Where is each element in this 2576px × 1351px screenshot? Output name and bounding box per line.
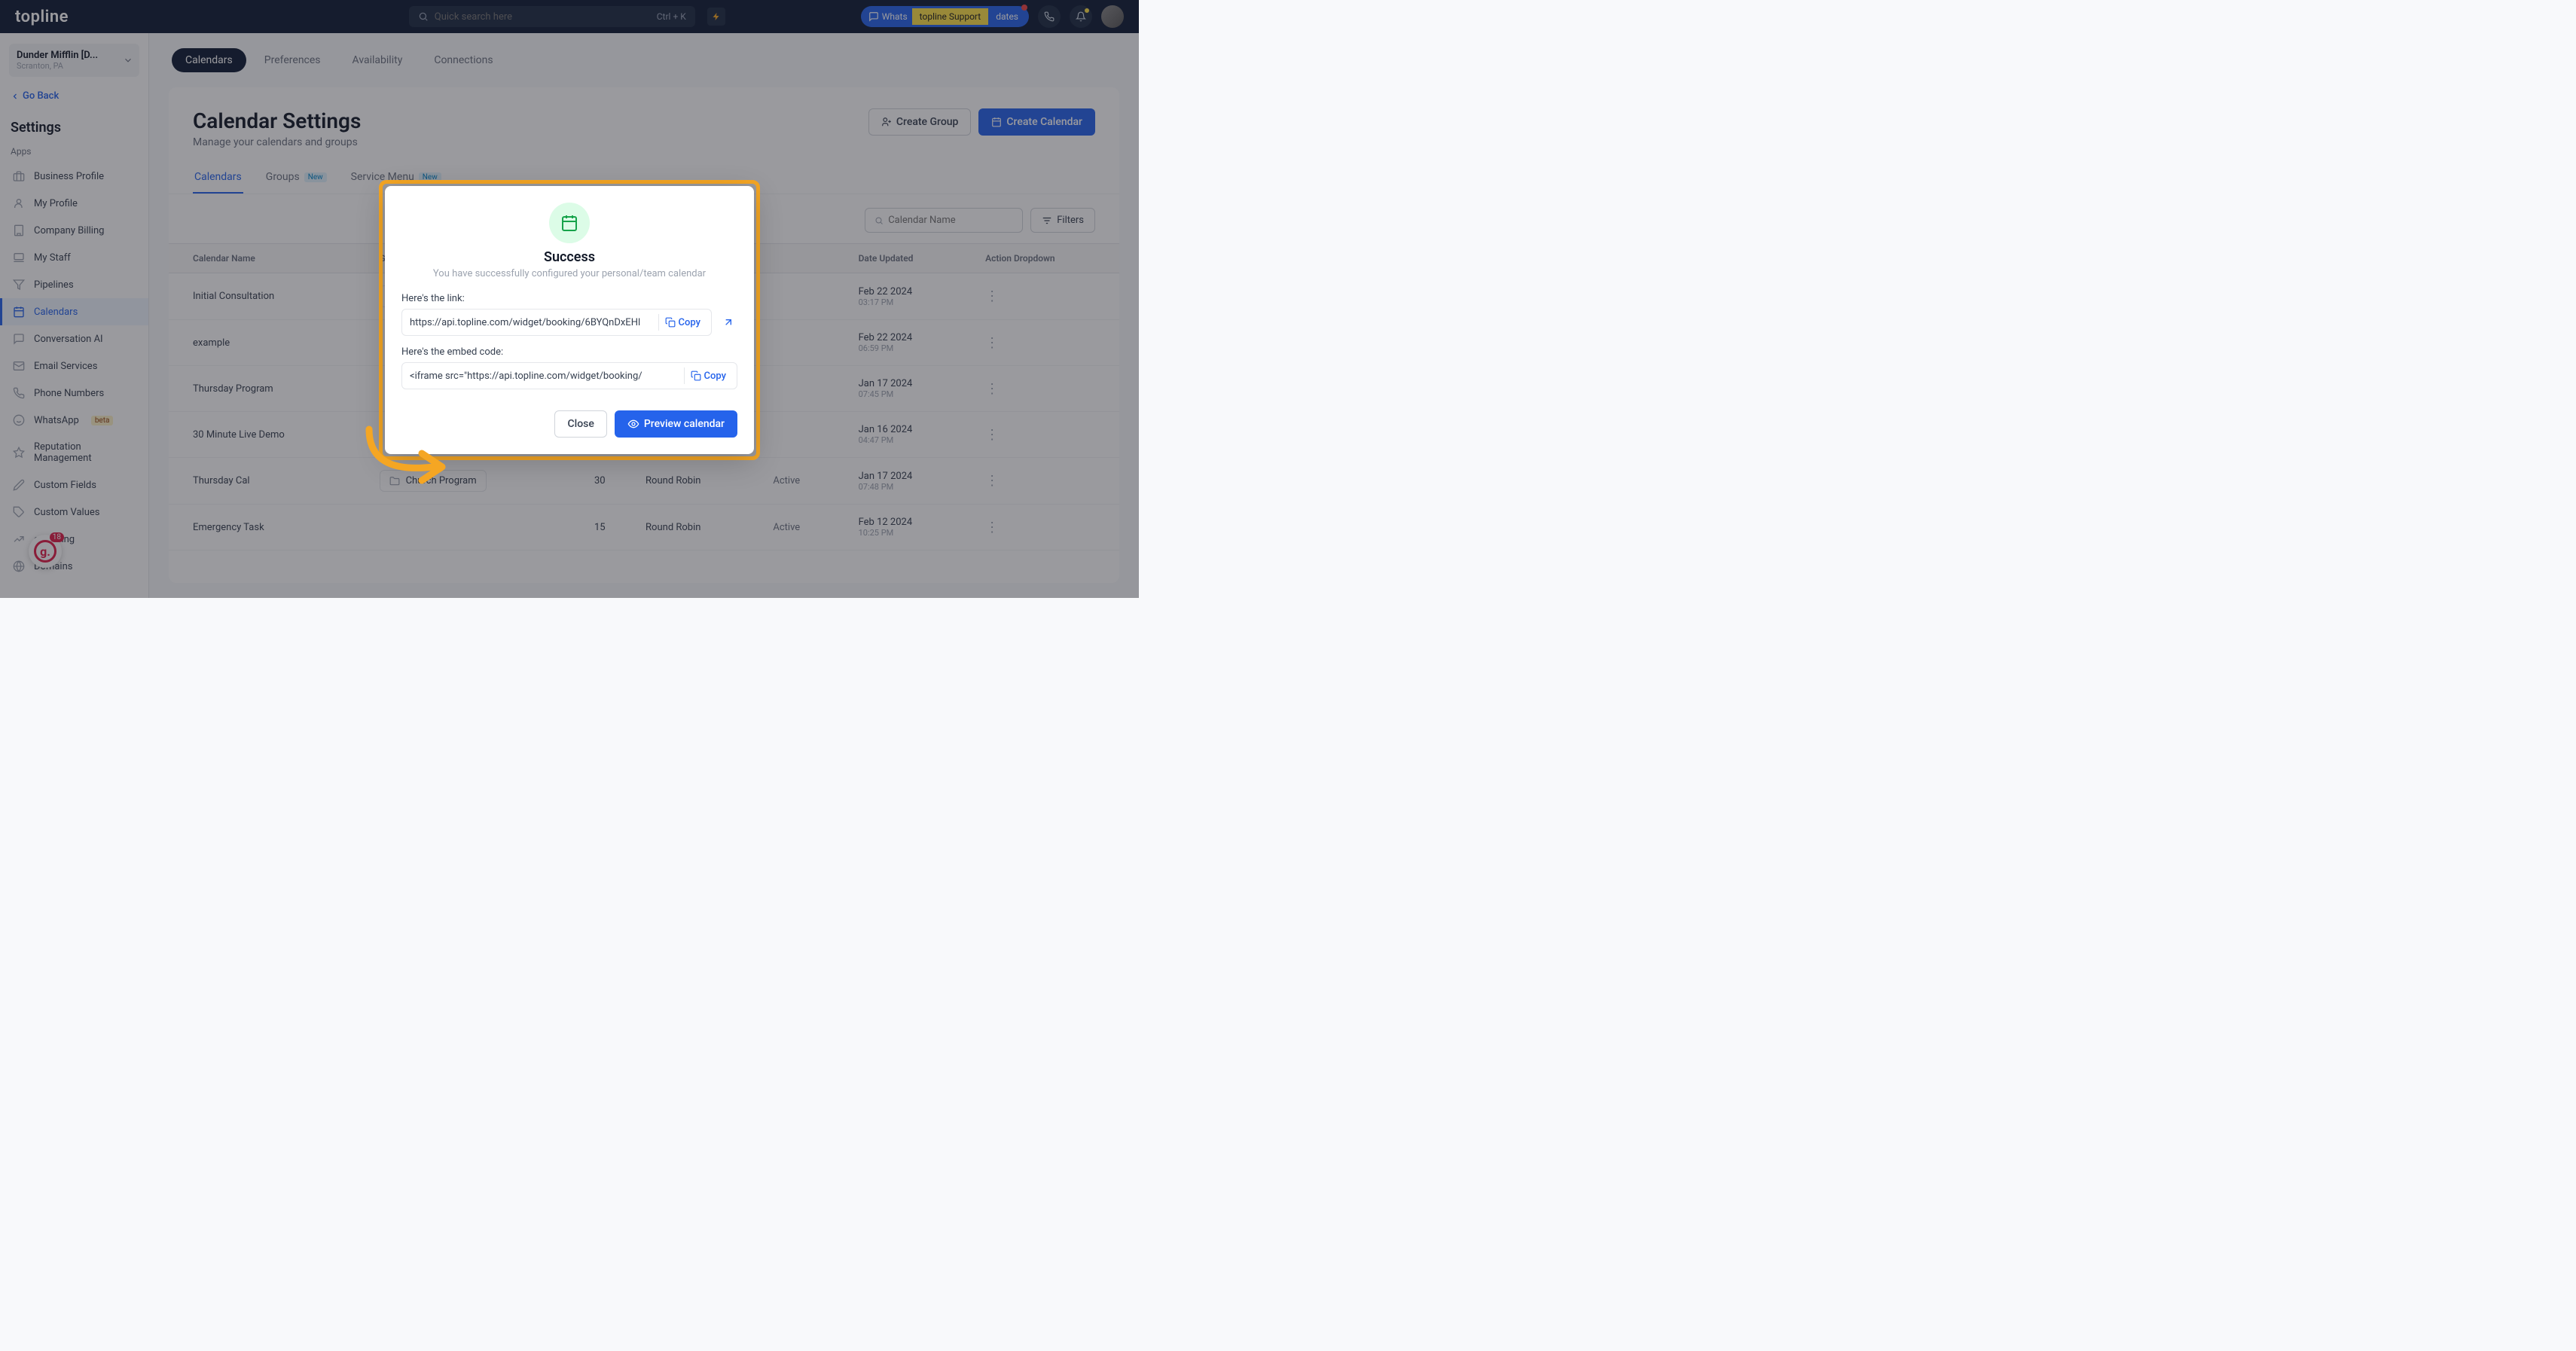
embed-label: Here's the embed code: bbox=[401, 346, 737, 358]
embed-input[interactable] bbox=[410, 371, 684, 382]
close-button[interactable]: Close bbox=[554, 410, 606, 438]
open-link-icon[interactable] bbox=[719, 313, 737, 331]
modal-title: Success bbox=[401, 249, 737, 265]
success-icon bbox=[549, 203, 590, 243]
copy-embed-button[interactable]: Copy bbox=[684, 367, 729, 384]
modal-subtitle: You have successfully configured your pe… bbox=[401, 268, 737, 279]
copy-link-button[interactable]: Copy bbox=[658, 314, 704, 331]
preview-calendar-button[interactable]: Preview calendar bbox=[615, 410, 737, 438]
modal-highlight-frame: Success You have successfully configured… bbox=[379, 180, 760, 460]
success-modal: Success You have successfully configured… bbox=[385, 186, 754, 454]
link-input[interactable] bbox=[410, 317, 658, 328]
link-label: Here's the link: bbox=[401, 293, 737, 304]
